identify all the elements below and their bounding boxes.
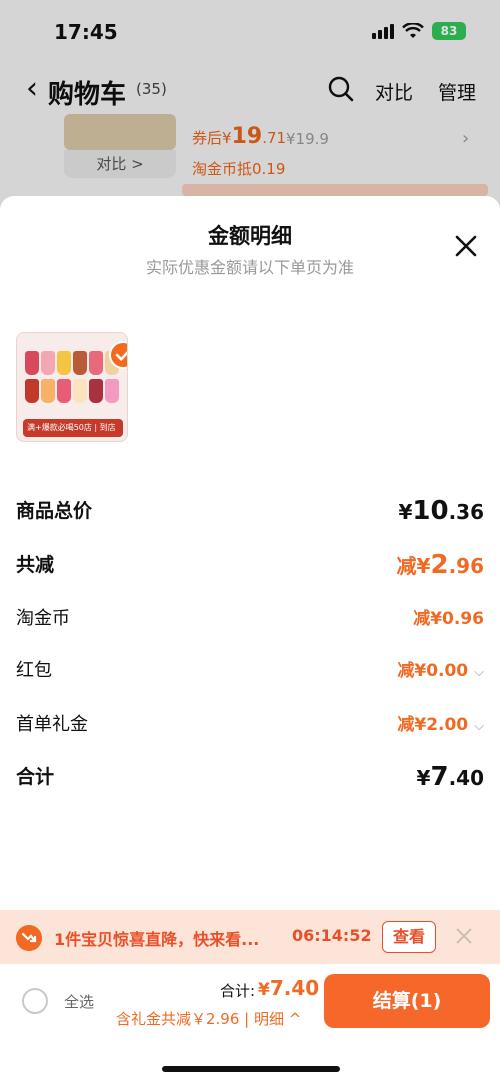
product-thumbnail[interactable]: 满+爆款必喝50店 | 到店不排 (16, 332, 128, 442)
total-price-value: ¥ 10 .36 (398, 496, 484, 526)
view-button[interactable]: 查看 (382, 921, 436, 953)
subtotal-label: 合计 (16, 766, 55, 788)
row-taojinbi: 淘金币 减¥0.96 (16, 604, 484, 636)
checkout-bar: 全选 合计: ¥7.40 含礼金共减￥2.96 | 明细 ^ 结算(1) (0, 964, 500, 1082)
total-discount-label: 共减 (16, 554, 55, 576)
row-first-order-gift[interactable]: 首单礼金 减¥2.00 ⌵ (16, 710, 484, 742)
taojinbi-label: 淘金币 (16, 608, 70, 629)
total-discount-value: 减¥ 2 .96 (396, 550, 484, 580)
close-icon[interactable] (454, 926, 474, 946)
sheet-title: 金额明细 (208, 224, 292, 248)
promo-text: 1件宝贝惊喜直降，快来看... (54, 930, 260, 949)
sheet-subtitle: 实际优惠金额请以下单页为准 (145, 258, 354, 277)
select-all-label[interactable]: 全选 (64, 991, 94, 1012)
home-indicator (162, 1066, 340, 1072)
product-image (25, 351, 121, 405)
hongbao-label: 红包 (16, 660, 52, 681)
row-subtotal: 合计 ¥ 7 .40 (16, 762, 484, 794)
taojinbi-value: 减¥0.96 (413, 609, 484, 629)
row-total-price: 商品总价 ¥ 10 .36 (16, 496, 484, 528)
first-order-gift-value: 减¥2.00 ⌵ (397, 715, 484, 735)
product-banner: 满+爆款必喝50店 | 到店不排 (23, 419, 123, 437)
sum-value: ¥7.40 (258, 976, 320, 1000)
price-drop-icon (16, 925, 42, 951)
close-icon[interactable] (452, 232, 480, 260)
select-all-checkbox[interactable] (22, 988, 48, 1014)
row-hongbao[interactable]: 红包 减¥0.00 ⌵ (16, 656, 484, 688)
chevron-down-icon[interactable]: ⌵ (474, 719, 484, 734)
row-total-discount: 共减 减¥ 2 .96 (16, 550, 484, 582)
price-drop-promo-bar[interactable]: 1件宝贝惊喜直降，快来看... 06:14:52 查看 (0, 910, 500, 964)
checkout-button[interactable]: 结算(1) (324, 974, 490, 1028)
first-order-gift-label: 首单礼金 (16, 714, 88, 735)
chevron-down-icon[interactable]: ⌵ (474, 665, 484, 680)
discount-details-toggle[interactable]: 含礼金共减￥2.96 | 明细 ^ (116, 1008, 301, 1029)
sum-label: 合计: (220, 982, 256, 1000)
promo-countdown: 06:14:52 (292, 926, 372, 945)
total-price-label: 商品总价 (16, 500, 93, 522)
hongbao-value: 减¥0.00 ⌵ (397, 661, 484, 681)
subtotal-value: ¥ 7 .40 (416, 762, 484, 792)
